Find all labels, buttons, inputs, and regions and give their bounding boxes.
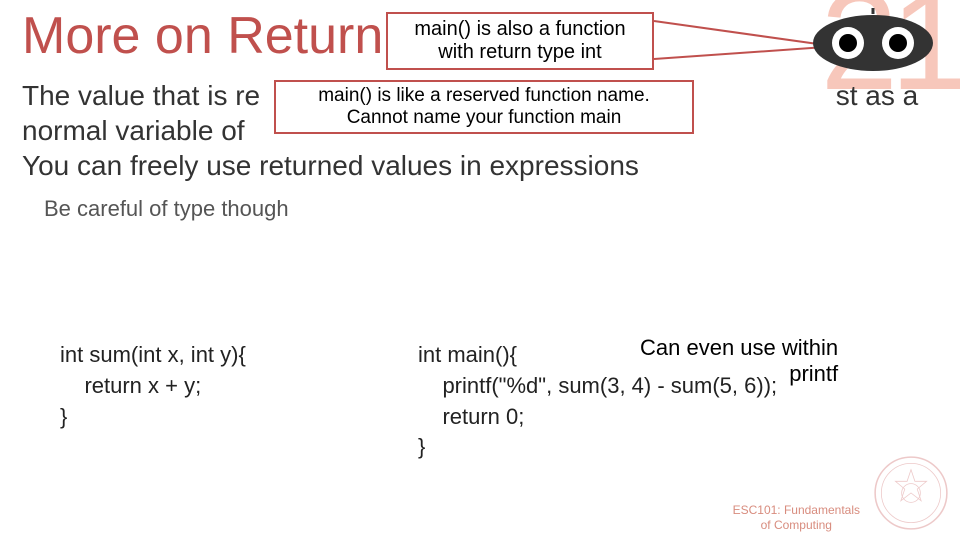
sub-bullet: Be careful of type though: [44, 196, 289, 222]
callout-connector: [654, 46, 824, 60]
callout-connector: [654, 20, 823, 46]
callout-text: main() is also a function: [394, 18, 646, 41]
slide-title: More on Return: [22, 6, 383, 66]
institute-logo-icon: [872, 454, 950, 532]
slide: 21 More on Return main() is also a funct…: [0, 0, 960, 540]
callout-text: Cannot name your function main: [282, 107, 686, 129]
callout-text: printf: [640, 361, 838, 387]
callout-text: Can even use within: [640, 335, 838, 361]
callout-text: with return type int: [394, 41, 646, 64]
footer-course: ESC101: Fundamentals of Computing: [733, 503, 860, 532]
callout-printf: Can even use within printf: [640, 335, 838, 388]
callout-text: main() is like a reserved function name.: [282, 85, 686, 107]
footer-line: ESC101: Fundamentals: [733, 503, 860, 517]
callout-main-return: main() is also a function with return ty…: [386, 12, 654, 70]
body-line: You can freely use returned values in ex…: [22, 148, 938, 183]
footer-line: of Computing: [733, 518, 860, 532]
callout-main-reserved: main() is like a reserved function name.…: [274, 80, 694, 134]
body-line: The value that is re: [22, 80, 260, 111]
robot-icon: [808, 8, 938, 83]
code-snippet-sum: int sum(int x, int y){ return x + y; }: [60, 340, 246, 432]
body-line: st as a: [836, 80, 918, 111]
